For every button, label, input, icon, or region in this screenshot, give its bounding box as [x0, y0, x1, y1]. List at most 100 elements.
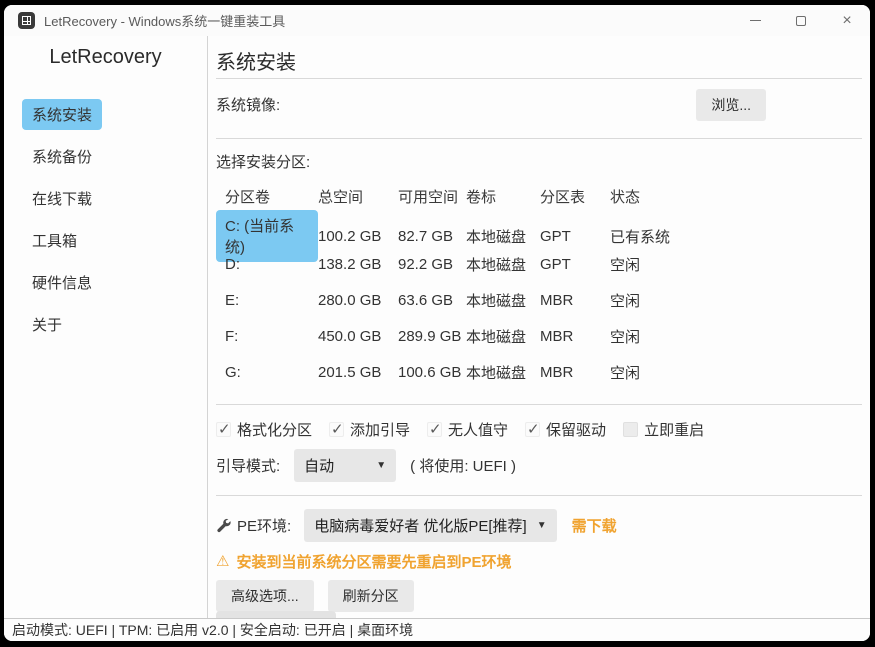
divider	[216, 138, 862, 139]
install-options-row: 格式化分区 添加引导 无人值守 保留驱动 立即重启	[216, 419, 862, 439]
page-title: 系统安装	[216, 46, 862, 74]
partition-status: 已有系统	[610, 226, 862, 247]
pe-warning-text: 安装到当前系统分区需要先重启到PE环境	[236, 551, 511, 572]
window-controls: ×	[732, 5, 870, 36]
app-window: LetRecovery - Windows系统一键重装工具 × LetRecov…	[4, 5, 870, 641]
checkbox-label: 格式化分区	[237, 419, 312, 440]
checkbox-keep-drivers[interactable]: 保留驱动	[525, 419, 606, 440]
partition-status: 空闲	[610, 362, 862, 383]
main-panel: 系统安装 系统镜像: 浏览... 选择安装分区: 分区卷 总空间 可用空间 卷标…	[208, 36, 870, 618]
volume-label: 本地磁盘	[466, 326, 540, 347]
checkbox-icon	[329, 422, 344, 437]
maximize-icon	[796, 16, 806, 26]
window-title: LetRecovery - Windows系统一键重装工具	[44, 11, 285, 30]
volume-label: 本地磁盘	[466, 362, 540, 383]
volume-label: 本地磁盘	[466, 226, 540, 247]
boot-mode-value: 自动	[304, 455, 334, 476]
pe-environment-label: PE环境:	[237, 515, 291, 536]
free-space: 63.6 GB	[398, 292, 466, 309]
browse-button[interactable]: 浏览...	[696, 89, 766, 121]
boot-mode-select[interactable]: 自动 ▼	[294, 449, 396, 482]
checkbox-icon	[623, 422, 638, 437]
free-space: 82.7 GB	[398, 228, 466, 245]
partition-status: 空闲	[610, 254, 862, 275]
sidebar-item-system-backup[interactable]: 系统备份	[22, 141, 102, 172]
minimize-icon	[750, 20, 761, 21]
divider	[216, 78, 862, 79]
action-buttons-row: 高级选项... 刷新分区	[216, 580, 862, 612]
volume-name: G:	[225, 364, 241, 381]
install-button-cutoff[interactable]	[216, 611, 336, 618]
sidebar-item-about[interactable]: 关于	[22, 309, 72, 340]
divider	[216, 495, 862, 496]
sidebar-item-online-download[interactable]: 在线下载	[22, 183, 102, 214]
checkbox-restart-now[interactable]: 立即重启	[623, 419, 704, 440]
chevron-down-icon: ▼	[537, 520, 547, 531]
checkbox-icon	[427, 422, 442, 437]
checkbox-label: 无人值守	[448, 419, 508, 440]
pe-environment-select[interactable]: 电脑病毒爱好者 优化版PE[推荐] ▼	[304, 509, 556, 542]
partition-table-type: GPT	[540, 228, 610, 245]
volume-label: 本地磁盘	[466, 254, 540, 275]
partition-status: 空闲	[610, 290, 862, 311]
refresh-partitions-button[interactable]: 刷新分区	[328, 580, 414, 612]
close-button[interactable]: ×	[824, 5, 870, 36]
total-space: 138.2 GB	[318, 256, 398, 273]
status-bar: 启动模式: UEFI | TPM: 已启用 v2.0 | 安全启动: 已开启 |…	[4, 618, 870, 641]
col-header-free: 可用空间	[398, 186, 466, 207]
checkbox-add-boot[interactable]: 添加引导	[329, 419, 410, 440]
download-needed-badge: 需下载	[572, 515, 617, 536]
col-header-volume: 分区卷	[216, 186, 318, 207]
maximize-button[interactable]	[778, 5, 824, 36]
sidebar-item-toolbox[interactable]: 工具箱	[22, 225, 87, 256]
col-header-status: 状态	[610, 186, 862, 207]
sidebar: LetRecovery 系统安装 系统备份 在线下载 工具箱 硬件信息 关于	[4, 36, 207, 618]
partition-select-label: 选择安装分区:	[216, 151, 862, 172]
volume-name: C: (当前系统)	[216, 210, 318, 262]
free-space: 289.9 GB	[398, 328, 466, 345]
sidebar-item-system-install[interactable]: 系统安装	[22, 99, 102, 130]
checkbox-label: 添加引导	[350, 419, 410, 440]
col-header-label: 卷标	[466, 186, 540, 207]
checkbox-unattended[interactable]: 无人值守	[427, 419, 508, 440]
total-space: 201.5 GB	[318, 364, 398, 381]
volume-label: 本地磁盘	[466, 290, 540, 311]
total-space: 450.0 GB	[318, 328, 398, 345]
partition-row-c[interactable]: C: (当前系统) 100.2 GB 82.7 GB 本地磁盘 GPT 已有系统	[216, 210, 862, 246]
chevron-down-icon: ▼	[376, 460, 386, 471]
partition-row-f[interactable]: F: 450.0 GB 289.9 GB 本地磁盘 MBR 空闲	[216, 318, 862, 354]
close-icon: ×	[842, 13, 851, 29]
warning-icon: ⚠	[216, 552, 229, 570]
partition-table: 分区卷 总空间 可用空间 卷标 分区表 状态 C: (当前系统) 100.2 G…	[216, 182, 862, 390]
sidebar-item-hardware-info[interactable]: 硬件信息	[22, 267, 102, 298]
checkbox-format-partition[interactable]: 格式化分区	[216, 419, 312, 440]
wrench-icon	[216, 518, 231, 533]
checkbox-label: 保留驱动	[546, 419, 606, 440]
partition-table-type: MBR	[540, 292, 610, 309]
checkbox-label: 立即重启	[644, 419, 704, 440]
partition-status: 空闲	[610, 326, 862, 347]
pe-environment-value: 电脑病毒爱好者 优化版PE[推荐]	[314, 515, 527, 536]
app-logo-icon	[18, 12, 35, 29]
partition-table-type: MBR	[540, 328, 610, 345]
boot-mode-label: 引导模式:	[216, 455, 280, 476]
col-header-parttable: 分区表	[540, 186, 610, 207]
title-bar: LetRecovery - Windows系统一键重装工具 ×	[4, 5, 870, 36]
free-space: 100.6 GB	[398, 364, 466, 381]
boot-mode-row: 引导模式: 自动 ▼ ( 将使用: UEFI )	[216, 451, 862, 479]
volume-name: F:	[225, 328, 238, 345]
volume-name: D:	[225, 256, 240, 273]
total-space: 280.0 GB	[318, 292, 398, 309]
brand-title: LetRecovery	[4, 46, 207, 69]
system-image-row: 系统镜像: 浏览...	[216, 91, 862, 118]
total-space: 100.2 GB	[318, 228, 398, 245]
partition-row-g[interactable]: G: 201.5 GB 100.6 GB 本地磁盘 MBR 空闲	[216, 354, 862, 390]
minimize-button[interactable]	[732, 5, 778, 36]
sidebar-nav: 系统安装 系统备份 在线下载 工具箱 硬件信息 关于	[4, 99, 207, 340]
partition-row-e[interactable]: E: 280.0 GB 63.6 GB 本地磁盘 MBR 空闲	[216, 282, 862, 318]
volume-name: E:	[225, 292, 239, 309]
free-space: 92.2 GB	[398, 256, 466, 273]
advanced-options-button[interactable]: 高级选项...	[216, 580, 314, 612]
pe-warning-row: ⚠ 安装到当前系统分区需要先重启到PE环境	[216, 552, 862, 570]
partition-table-type: GPT	[540, 256, 610, 273]
